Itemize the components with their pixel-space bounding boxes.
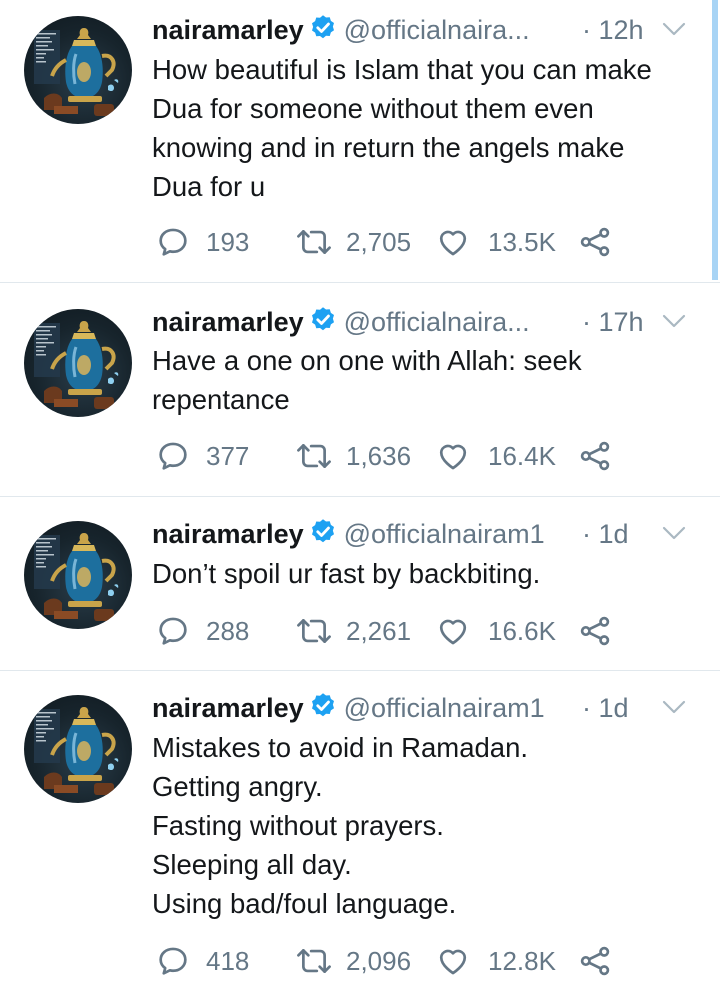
- avatar[interactable]: [24, 695, 132, 803]
- tweet-text-line: Sleeping all day.: [152, 849, 352, 880]
- chevron-down-icon[interactable]: [660, 20, 688, 43]
- username-handle[interactable]: @officialnairam1: [344, 693, 545, 723]
- retweets-count: 2,261: [346, 616, 412, 646]
- reply-button[interactable]: 418: [156, 941, 286, 981]
- tweet-text-line: repentance: [152, 384, 290, 415]
- tweet-header: nairamarley @officialnairam1 · 1d: [152, 688, 696, 728]
- like-button[interactable]: 12.8K: [436, 941, 568, 981]
- timestamp[interactable]: · 17h: [582, 302, 644, 342]
- verified-badge-icon: [308, 691, 338, 732]
- verified-badge-icon: [308, 517, 338, 558]
- reply-button[interactable]: 377: [156, 436, 286, 476]
- chevron-down-icon[interactable]: [660, 312, 688, 335]
- tweet-text: Mistakes to avoid in Ramadan. Getting an…: [152, 728, 690, 923]
- tweet-header: nairamarley @officialnairam1 · 1d: [152, 514, 696, 554]
- likes-count: 12.8K: [488, 946, 556, 976]
- retweet-button[interactable]: 2,705: [294, 222, 426, 262]
- share-button[interactable]: [578, 436, 618, 476]
- retweets-count: 1,636: [346, 441, 412, 471]
- share-button[interactable]: [578, 941, 618, 981]
- tweet-text: Don’t spoil ur fast by backbiting.: [152, 554, 690, 593]
- replies-count: 377: [206, 441, 250, 471]
- tweet-text-line: Dua for someone without them even: [152, 93, 594, 124]
- tweet[interactable]: nairamarley @officialnairam1 · 1d Mistake…: [0, 671, 720, 986]
- avatar[interactable]: [24, 16, 132, 124]
- tweet-text-line: How beautiful is Islam that you can make: [152, 54, 652, 85]
- retweet-button[interactable]: 2,096: [294, 941, 426, 981]
- tweet-text-line: Dua for u: [152, 171, 266, 202]
- retweets-count: 2,096: [346, 946, 412, 976]
- timestamp[interactable]: · 1d: [582, 688, 629, 728]
- username-handle[interactable]: @officialnaira...: [344, 307, 530, 337]
- username-handle[interactable]: @officialnaira...: [344, 15, 530, 45]
- avatar[interactable]: [24, 521, 132, 629]
- tweet-text-line: Fasting without prayers.: [152, 810, 444, 841]
- reply-button[interactable]: 288: [156, 611, 286, 651]
- tweet-text: How beautiful is Islam that you can make…: [152, 50, 690, 206]
- verified-badge-icon: [308, 13, 338, 54]
- display-name[interactable]: nairamarley: [152, 307, 304, 337]
- share-button[interactable]: [578, 222, 618, 262]
- replies-count: 418: [206, 946, 250, 976]
- tweet-text-line: Don’t spoil ur fast by backbiting.: [152, 558, 541, 589]
- reply-button[interactable]: 193: [156, 222, 286, 262]
- tweet-text-line: knowing and in return the angels make: [152, 132, 625, 163]
- display-name[interactable]: nairamarley: [152, 693, 304, 723]
- likes-count: 13.5K: [488, 227, 556, 257]
- chevron-down-icon[interactable]: [660, 524, 688, 547]
- tweet-text: Have a one on one with Allah: seek repen…: [152, 341, 690, 419]
- like-button[interactable]: 16.4K: [436, 436, 568, 476]
- avatar[interactable]: [24, 309, 132, 417]
- tweet-text-line: Getting angry.: [152, 771, 323, 802]
- tweet-text-line: Have a one on one with Allah: seek: [152, 345, 582, 376]
- verified-badge-icon: [308, 305, 338, 346]
- timestamp[interactable]: · 1d: [582, 514, 629, 554]
- tweet[interactable]: nairamarley @officialnaira... · 12h How b…: [0, 0, 720, 282]
- tweet-header: nairamarley @officialnaira... · 17h: [152, 302, 696, 342]
- tweet-text-line: Using bad/foul language.: [152, 888, 457, 919]
- tweet[interactable]: nairamarley @officialnaira... · 17h Have …: [0, 283, 720, 495]
- display-name[interactable]: nairamarley: [152, 15, 304, 45]
- display-name[interactable]: nairamarley: [152, 519, 304, 549]
- chevron-down-icon[interactable]: [660, 698, 688, 721]
- tweet-text-line: Mistakes to avoid in Ramadan.: [152, 732, 529, 763]
- retweet-button[interactable]: 1,636: [294, 436, 426, 476]
- likes-count: 16.6K: [488, 616, 556, 646]
- retweets-count: 2,705: [346, 227, 412, 257]
- timestamp[interactable]: · 12h: [582, 10, 644, 50]
- tweet[interactable]: nairamarley @officialnairam1 · 1d Don’t s…: [0, 497, 720, 669]
- share-button[interactable]: [578, 611, 618, 651]
- replies-count: 288: [206, 616, 250, 646]
- username-handle[interactable]: @officialnairam1: [344, 519, 545, 549]
- like-button[interactable]: 16.6K: [436, 611, 568, 651]
- tweet-header: nairamarley @officialnaira... · 12h: [152, 10, 696, 50]
- replies-count: 193: [206, 227, 250, 257]
- like-button[interactable]: 13.5K: [436, 222, 568, 262]
- retweet-button[interactable]: 2,261: [294, 611, 426, 651]
- likes-count: 16.4K: [488, 441, 556, 471]
